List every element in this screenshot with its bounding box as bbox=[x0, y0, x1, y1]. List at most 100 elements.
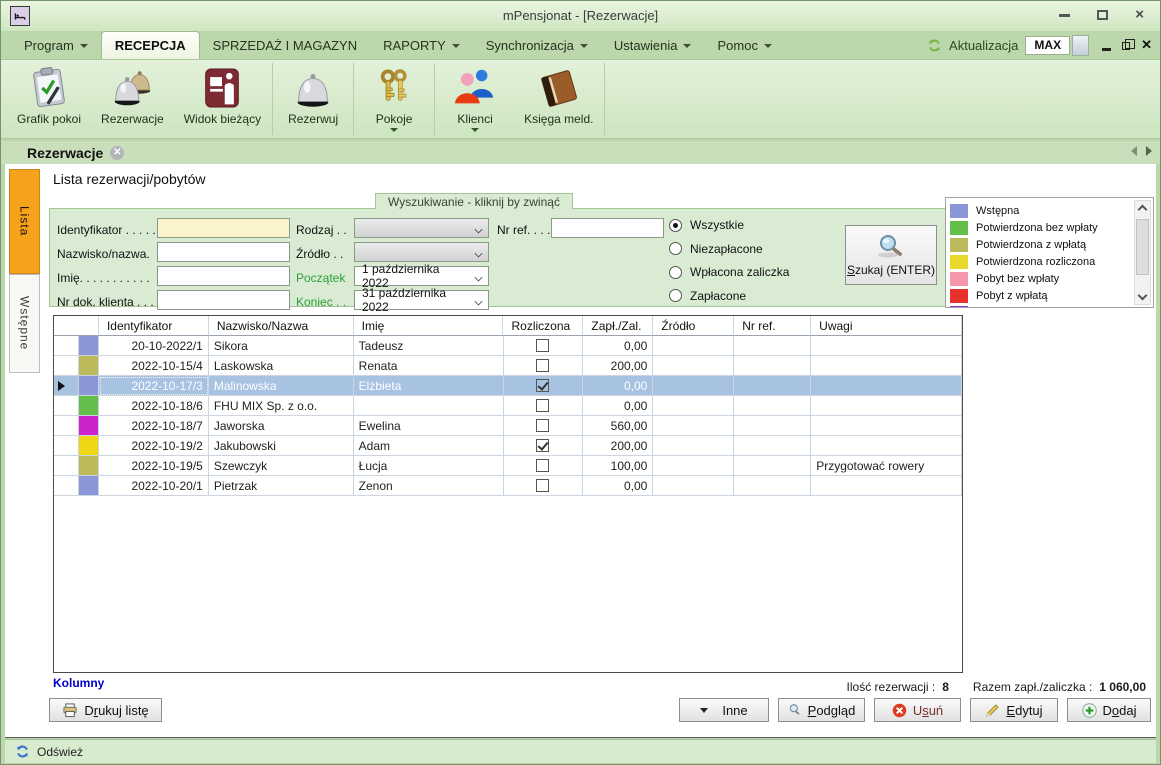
toolbar-button-widok-bie-cy[interactable]: Widok bieżący bbox=[174, 60, 271, 138]
lastname-input[interactable] bbox=[157, 242, 290, 262]
table-row[interactable]: 2022-10-15/4LaskowskaRenata200,00 bbox=[54, 356, 962, 376]
menu-item-program[interactable]: Program bbox=[11, 31, 101, 59]
column-header-zap-zal[interactable]: Zapł./Zal. bbox=[583, 316, 653, 336]
chevron-down-icon bbox=[471, 128, 479, 132]
radio-button-icon[interactable] bbox=[669, 242, 682, 255]
start-date-dropdown[interactable]: 1 października 2022 bbox=[354, 266, 489, 286]
refresh-icon[interactable] bbox=[15, 744, 30, 759]
tab-scroll-left-icon[interactable] bbox=[1131, 146, 1137, 156]
doc-number-label: Nr dok. klienta . . . bbox=[57, 295, 154, 309]
table-row[interactable]: 2022-10-18/7JaworskaEwelina560,00 bbox=[54, 416, 962, 436]
preview-button[interactable]: Podgląd bbox=[778, 698, 865, 722]
doc-number-input[interactable] bbox=[157, 290, 290, 310]
mdi-close-icon[interactable]: ✕ bbox=[1141, 37, 1152, 53]
columns-link[interactable]: Kolumny bbox=[53, 676, 104, 690]
max-button[interactable]: MAX bbox=[1025, 36, 1070, 55]
toolbar-button-pokoje[interactable]: Pokoje bbox=[355, 60, 433, 138]
scroll-down-icon[interactable] bbox=[1138, 291, 1148, 301]
menu-item-recepcja[interactable]: RECEPCJA bbox=[101, 31, 200, 59]
tab-rezerwacje[interactable]: Rezerwacje ✕ bbox=[9, 141, 136, 164]
radio-button-icon[interactable] bbox=[669, 266, 682, 279]
tab-scroll-right-icon[interactable] bbox=[1146, 146, 1152, 156]
radio-button-icon[interactable] bbox=[669, 219, 682, 232]
settled-checkbox[interactable] bbox=[536, 479, 549, 492]
other-actions-button[interactable]: Inne bbox=[679, 698, 769, 722]
column-header-uwagi[interactable]: Uwagi bbox=[811, 316, 962, 336]
ref-number-input[interactable] bbox=[551, 218, 664, 238]
settled-checkbox[interactable] bbox=[536, 359, 549, 372]
tab-close-icon[interactable]: ✕ bbox=[110, 146, 124, 160]
summary-line: Ilość rezerwacji :8 Razem zapł./zaliczka… bbox=[847, 680, 1146, 694]
mdi-restore-icon[interactable] bbox=[1122, 42, 1130, 50]
column-header-rozliczona[interactable]: Rozliczona bbox=[503, 316, 583, 336]
settled-checkbox[interactable] bbox=[536, 459, 549, 472]
search-collapse-tab[interactable]: Wyszukiwanie - kliknij by zwinąć bbox=[375, 193, 573, 209]
table-row[interactable]: 2022-10-19/2JakubowskiAdam200,00 bbox=[54, 436, 962, 456]
plus-icon bbox=[1082, 703, 1097, 718]
toolbar-button-rezerwuj[interactable]: Rezerwuj bbox=[274, 60, 352, 138]
column-header-nr-ref[interactable]: Nr ref. bbox=[734, 316, 811, 336]
legend-item: Potwierdzona bez wpłaty bbox=[950, 220, 1098, 235]
legend-scrollbar[interactable] bbox=[1134, 200, 1151, 305]
status-color-cell bbox=[79, 396, 99, 416]
table-row[interactable]: 2022-10-18/6FHU MIX Sp. z o.o.0,00 bbox=[54, 396, 962, 416]
table-row[interactable]: 20-10-2022/1SikoraTadeusz0,00 bbox=[54, 336, 962, 356]
toolbar-button-rezerwacje[interactable]: Rezerwacje bbox=[91, 60, 174, 138]
toolbar-button-ksi-ga-meld[interactable]: Księga meld. bbox=[514, 60, 603, 138]
source-dropdown[interactable] bbox=[354, 242, 489, 262]
settled-checkbox[interactable] bbox=[536, 339, 549, 352]
menu-item-synchronizacja[interactable]: Synchronizacja bbox=[473, 31, 601, 59]
radio-wszystkie[interactable]: Wszystkie bbox=[669, 218, 744, 232]
update-label[interactable]: Aktualizacja bbox=[949, 38, 1018, 53]
menu-item-pomoc[interactable]: Pomoc bbox=[704, 31, 784, 59]
settled-checkbox[interactable] bbox=[536, 439, 549, 452]
scroll-up-icon[interactable] bbox=[1138, 205, 1148, 215]
toolbar-button-klienci[interactable]: Klienci bbox=[436, 60, 514, 138]
radio-zap-acone[interactable]: Zapłacone bbox=[669, 289, 746, 303]
add-button[interactable]: Dodaj bbox=[1067, 698, 1151, 722]
toolbar-separator bbox=[604, 63, 605, 135]
column-header-r-d-o[interactable]: Źródło bbox=[653, 316, 734, 336]
settled-checkbox[interactable] bbox=[536, 419, 549, 432]
menu-item-sprzeda-i-magazyn[interactable]: SPRZEDAŻ I MAGAZYN bbox=[200, 31, 370, 59]
settled-checkbox[interactable] bbox=[536, 399, 549, 412]
legend-item: Potwierdzona rozliczona bbox=[950, 254, 1095, 269]
end-date-dropdown[interactable]: 31 października 2022 bbox=[354, 290, 489, 310]
table-row[interactable]: 2022-10-20/1PietrzakZenon0,00 bbox=[54, 476, 962, 496]
type-dropdown[interactable] bbox=[354, 218, 489, 238]
mdi-minimize-icon[interactable] bbox=[1102, 48, 1111, 51]
side-tab-lista[interactable]: Lista bbox=[9, 169, 40, 274]
table-row[interactable]: 2022-10-17/3MalinowskaElżbieta0,00 bbox=[54, 376, 962, 396]
cell-rozliczona bbox=[504, 456, 584, 476]
print-list-button[interactable]: Drukuj listę bbox=[49, 698, 162, 722]
radio-wp-acona-zaliczka[interactable]: Wpłacona zaliczka bbox=[669, 265, 789, 279]
identifier-input[interactable] bbox=[157, 218, 290, 238]
table-row[interactable]: 2022-10-19/5SzewczykŁucja100,00Przygotow… bbox=[54, 456, 962, 476]
toolbar-button-grafik-pokoi[interactable]: Grafik pokoi bbox=[7, 60, 91, 138]
cell-identyfikator: 2022-10-17/3 bbox=[99, 376, 209, 396]
radio-button-icon[interactable] bbox=[669, 289, 682, 302]
radio-niezap-acone[interactable]: Niezapłacone bbox=[669, 242, 763, 256]
settled-checkbox[interactable] bbox=[536, 379, 549, 392]
delete-button[interactable]: Usuń bbox=[874, 698, 961, 722]
firstname-input[interactable] bbox=[157, 266, 290, 286]
column-header-nazwisko-nazwa[interactable]: Nazwisko/Nazwa bbox=[209, 316, 354, 336]
search-button[interactable]: Szukaj (ENTER) bbox=[845, 225, 937, 285]
menu-item-raporty[interactable]: RAPORTY bbox=[370, 31, 473, 59]
side-tab-wst-pne[interactable]: Wstępne bbox=[9, 274, 40, 373]
menu-item-ustawienia[interactable]: Ustawienia bbox=[601, 31, 705, 59]
cell-uwagi bbox=[811, 356, 962, 376]
close-button-icon[interactable]: × bbox=[1135, 8, 1144, 22]
column-header-identyfikator[interactable]: Identyfikator bbox=[99, 316, 209, 336]
reserve-bell-icon bbox=[290, 65, 336, 111]
window-size-segment-button[interactable] bbox=[1072, 35, 1089, 56]
status-color-cell bbox=[79, 376, 99, 396]
column-header-imi[interactable]: Imię bbox=[354, 316, 504, 336]
maximize-button-icon[interactable] bbox=[1097, 10, 1108, 20]
end-date-label: Koniec . . bbox=[296, 295, 346, 309]
refresh-label[interactable]: Odśwież bbox=[37, 745, 83, 759]
scroll-thumb[interactable] bbox=[1136, 219, 1149, 275]
minimize-button-icon[interactable] bbox=[1059, 14, 1070, 17]
edit-button[interactable]: Edytuj bbox=[970, 698, 1058, 722]
cell-identyfikator: 2022-10-18/6 bbox=[99, 396, 209, 416]
